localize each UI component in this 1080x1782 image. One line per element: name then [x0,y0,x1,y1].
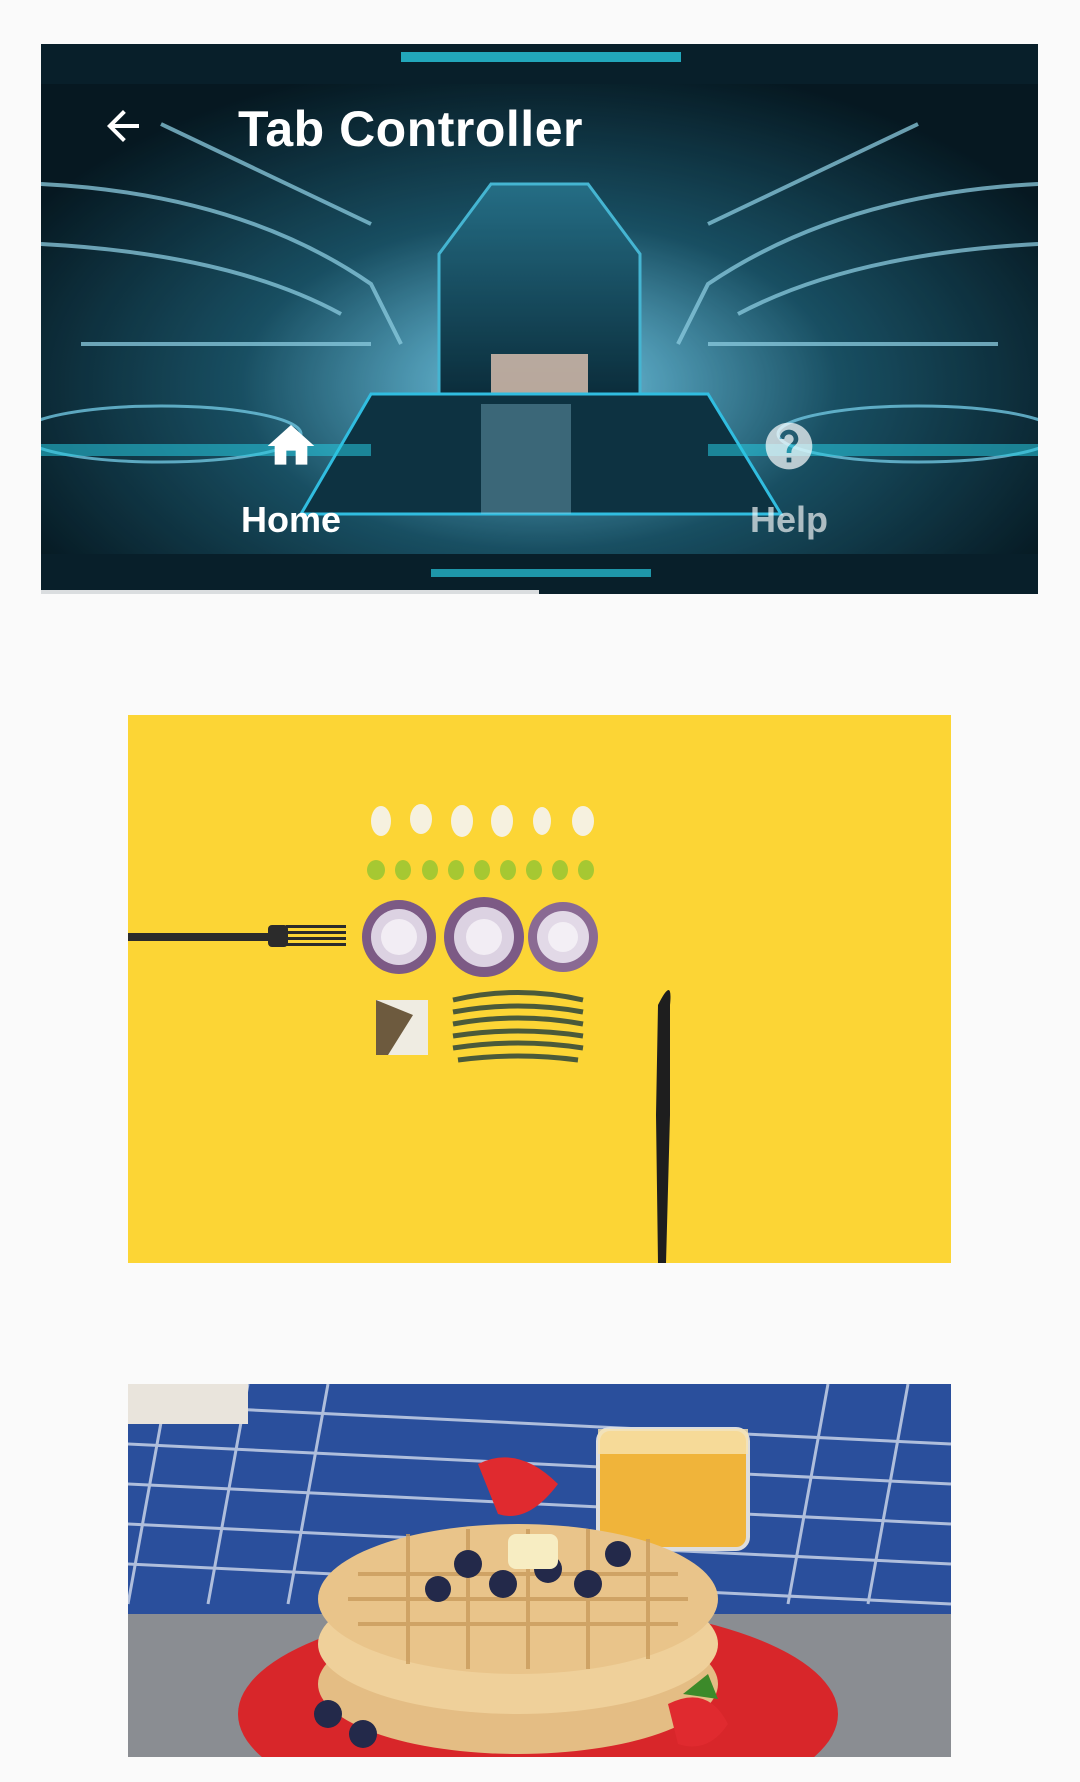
tab-home-label: Home [240,499,342,540]
page-title: Tab Controller [238,101,583,157]
tab-indicator [41,590,539,594]
app-bar: Tab Controller Home Help [41,44,1038,594]
tab-help[interactable]: Help [639,414,939,574]
help-circle-icon [757,414,821,478]
back-button[interactable] [91,94,155,158]
arrow-back-icon [107,110,139,142]
tab-help-label: Help [749,499,828,540]
waffles-breakfast-image [128,1384,951,1757]
tab-home[interactable]: Home [141,414,441,574]
tab-controller-screen: Tab Controller Home Help [0,0,1080,1782]
ingredients-on-yellow-image [128,715,951,1263]
home-icon [259,414,323,478]
